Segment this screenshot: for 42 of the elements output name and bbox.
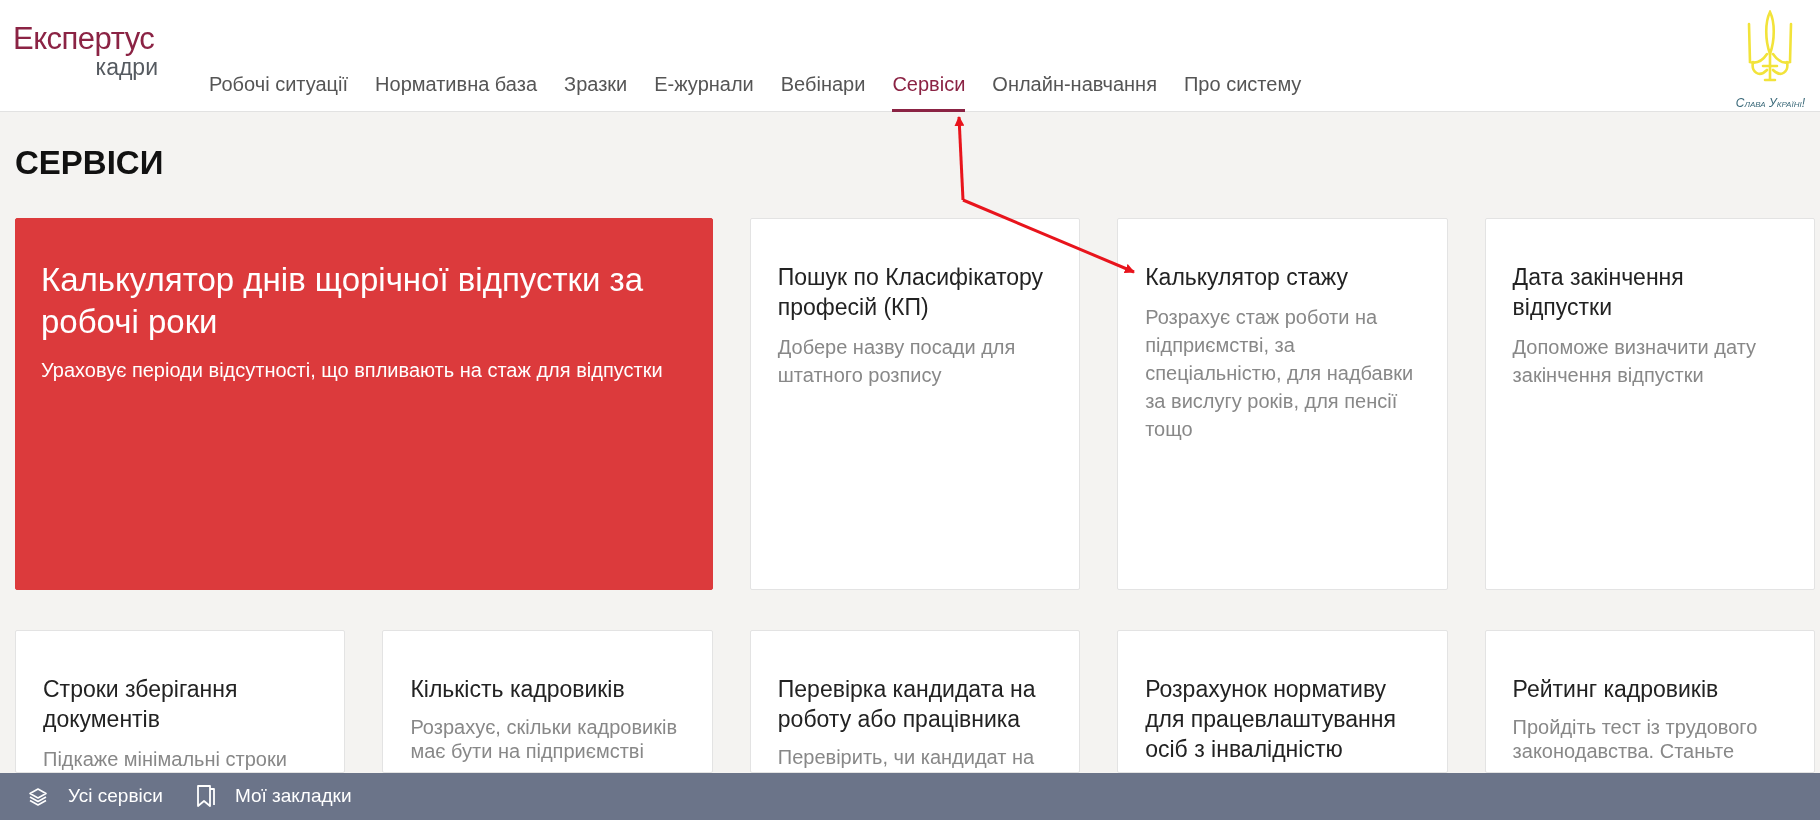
logo-subtitle: кадри <box>95 56 158 80</box>
service-card[interactable]: Калькулятор стажу Розрахує стаж роботи на підприємстві, за спеціальністю, для надбавки за вислугу років, для пенсії тощо <box>1117 218 1448 590</box>
nav-tab[interactable]: Е-журнали <box>654 69 754 112</box>
nav-tab[interactable]: Вебінари <box>780 69 866 112</box>
card-description: Розрахує стаж роботи на підприємстві, за спеціальністю, для надбавки за вислугу років, для пенсії тощо <box>1145 304 1415 442</box>
card-title: Дата закінчення відпустки <box>1512 263 1685 322</box>
card-description: Допоможе визначити дату закінчення відпустки <box>1512 334 1758 388</box>
card-description: Розрахує, скільки кадровиків має бути на підприємстві <box>410 714 679 763</box>
service-card[interactable]: Рейтинг кадровиків Пройдіть тест із трудового законодавства. Станьте <box>1484 630 1815 773</box>
card-title: Калькулятор днів щорічної відпустки за робочі роки <box>41 260 645 342</box>
service-card[interactable]: Кількість кадровиків Розрахує, скільки кадровиків має бути на підприємстві <box>382 630 713 773</box>
card-description: Добере назву посади для штатного розпису <box>777 334 1017 388</box>
nav-tab[interactable]: Робочі ситуації <box>209 69 349 112</box>
card-title: Рейтинг кадровиків <box>1512 675 1720 704</box>
nav-tab[interactable]: Про систему <box>1183 69 1302 112</box>
card-title: Розрахунок нормативу для працевлаштування осіб з інвалідністю <box>1145 675 1397 764</box>
bookmark-icon <box>196 785 215 808</box>
nav-tab[interactable]: Сервіси <box>892 69 966 112</box>
service-card[interactable]: Строки зберігання документів Підкаже мінімальні строки <box>15 630 346 773</box>
card-title: Кількість кадровиків <box>410 675 626 704</box>
card-title: Пошук по Класифікатору професій (КП) <box>777 263 1045 322</box>
emblem-caption: Слава Україні! <box>1735 95 1805 112</box>
card-title: Строки зберігання документів <box>43 675 239 734</box>
featured-service-card[interactable]: Калькулятор днів щорічної відпустки за робочі роки Ураховує періоди відсутності, що впливають на стаж для відпустки <box>15 218 713 590</box>
card-title: Перевірка кандидата на роботу або працівника <box>777 675 1037 734</box>
bookmarks-button[interactable]: Мої закладки <box>196 782 352 811</box>
card-description: Підкаже мінімальні строки <box>43 746 288 772</box>
service-card[interactable]: Дата закінчення відпустки Допоможе визначити дату закінчення відпустки <box>1484 218 1815 590</box>
card-description: Ураховує періоди відсутності, що впливають на стаж для відпустки <box>41 357 664 383</box>
service-card[interactable]: Розрахунок нормативу для працевлаштування осіб з інвалідністю <box>1117 630 1448 773</box>
card-title: Калькулятор стажу <box>1145 263 1349 292</box>
page-title: СЕРВІСИ <box>15 146 165 179</box>
nav-tab[interactable]: Онлайн-навчання <box>992 69 1157 112</box>
card-description: Перевірить, чи кандидат на <box>777 744 1036 769</box>
logo-wordmark[interactable]: Експертус <box>13 22 158 57</box>
card-description: Пройдіть тест із трудового законодавства. Станьте <box>1512 714 1759 763</box>
service-card[interactable]: Перевірка кандидата на роботу або працівника Перевірить, чи кандидат на <box>749 630 1081 773</box>
service-card[interactable]: Пошук по Класифікатору професій (КП) Добере назву посади для штатного розпису <box>749 218 1081 590</box>
nav-tab[interactable]: Нормативна база <box>375 69 538 112</box>
layers-icon <box>28 786 48 807</box>
all-services-button[interactable]: Усі сервіси <box>28 782 163 811</box>
nav-tab[interactable]: Зразки <box>564 69 628 112</box>
